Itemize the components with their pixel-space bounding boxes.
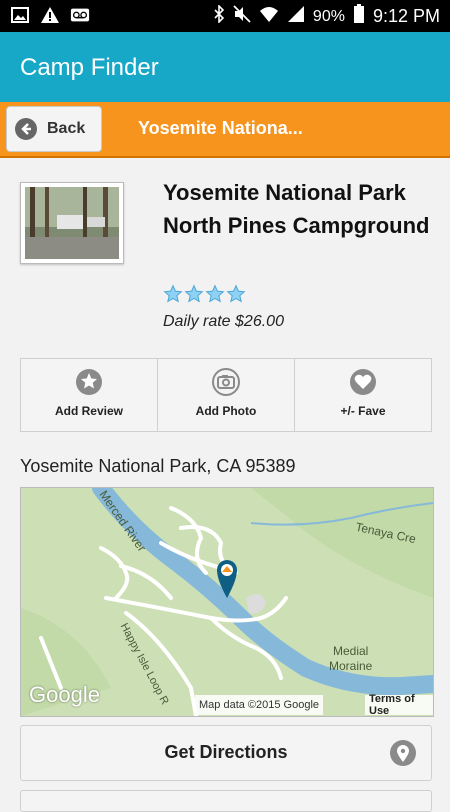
get-directions-button[interactable]: Get Directions: [20, 725, 432, 781]
terms-of-use-link[interactable]: Terms of Use: [365, 693, 433, 716]
status-bar: 90% 9:12 PM: [0, 0, 450, 32]
star-icon: [226, 284, 246, 309]
image-icon: [10, 6, 30, 24]
star-icon: [205, 284, 225, 309]
add-review-label: Add Review: [54, 404, 123, 418]
app-title: Camp Finder: [20, 54, 159, 81]
back-button[interactable]: Back: [6, 106, 102, 152]
star-icon: [184, 284, 204, 309]
map-view[interactable]: Merced River Tenaya Cre Medial Moraine H…: [20, 487, 434, 717]
star-icon: [163, 284, 183, 309]
fave-label: +/- Fave: [340, 404, 386, 418]
map-marker-icon[interactable]: [215, 558, 239, 603]
add-photo-label: Add Photo: [195, 404, 257, 418]
mute-icon: [233, 5, 251, 28]
back-button-label: Back: [47, 120, 86, 137]
google-logo: Google: [29, 682, 100, 707]
battery-icon: [353, 4, 365, 29]
campground-photo[interactable]: [20, 182, 124, 264]
get-directions-label: Get Directions: [164, 742, 288, 762]
add-review-button[interactable]: Add Review: [21, 359, 158, 431]
camera-icon: [212, 368, 240, 396]
back-arrow-icon: [15, 118, 37, 140]
sub-header-bar: Back Yosemite Nationa...: [0, 102, 450, 158]
map-label-moraine-2: Moraine: [329, 659, 373, 673]
next-card-partial: [20, 790, 432, 812]
clock: 9:12 PM: [372, 6, 440, 26]
signal-icon: [287, 5, 305, 28]
daily-rate: Daily rate $26.00: [163, 313, 284, 330]
action-bar: Add Review Add Photo +/- Fave: [20, 358, 432, 432]
fave-toggle-button[interactable]: +/- Fave: [295, 359, 431, 431]
add-photo-button[interactable]: Add Photo: [158, 359, 295, 431]
bluetooth-icon: [213, 4, 225, 28]
page-title: Yosemite Nationa...: [138, 118, 303, 138]
star-circle-icon: [75, 368, 103, 396]
location-pin-icon: [389, 739, 417, 772]
app-bar: Camp Finder: [0, 32, 450, 102]
star-rating: [163, 284, 246, 309]
heart-icon: [349, 368, 377, 396]
map-label-moraine-1: Medial: [333, 644, 369, 658]
campground-address: Yosemite National Park, CA 95389: [20, 456, 296, 476]
warning-icon: [40, 6, 60, 24]
battery-percent: 90%: [312, 7, 345, 25]
voicemail-icon: [70, 6, 90, 24]
map-attribution: Map data ©2015 Google: [195, 695, 324, 715]
wifi-icon: [259, 5, 279, 28]
campground-name: Yosemite National Park North Pines Campg…: [163, 180, 430, 238]
